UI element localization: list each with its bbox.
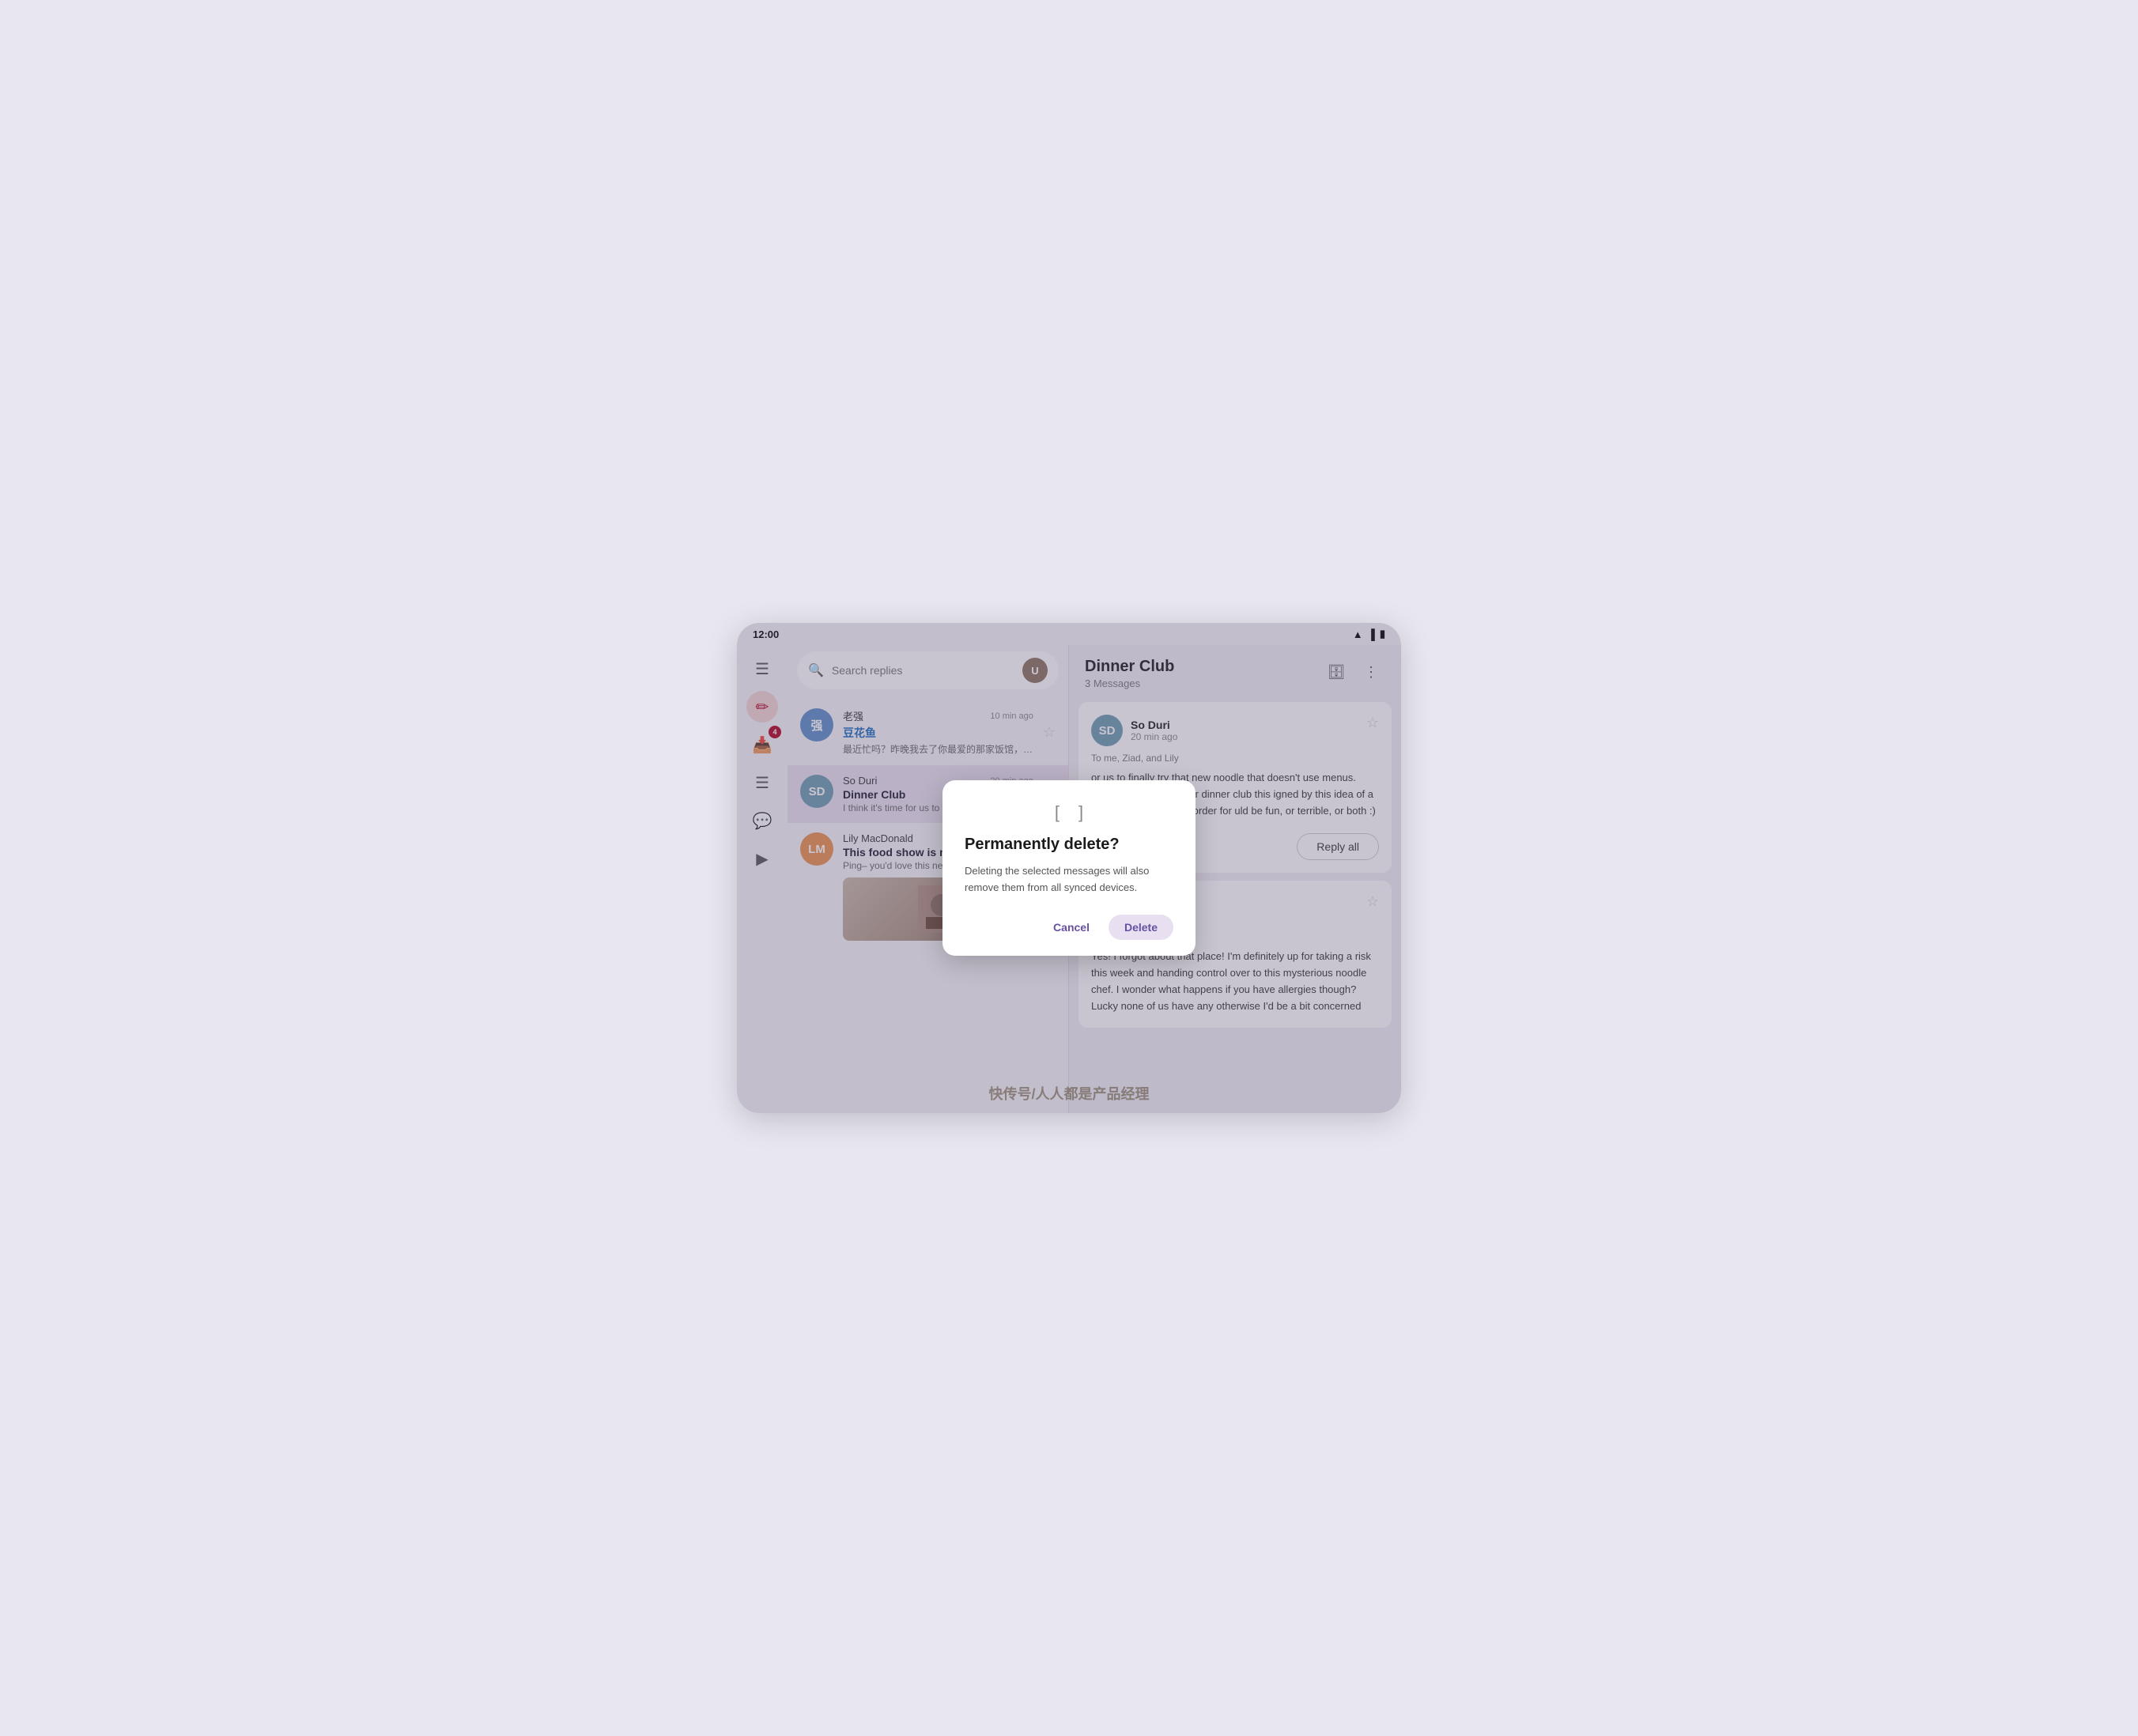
dialog-icon-row: [ ] <box>965 802 1173 823</box>
delete-button[interactable]: Delete <box>1109 915 1173 940</box>
device-frame: 12:00 ▲ ▐ ▮ ☰ ✏ 📥 4 ☰ 💬 <box>737 623 1401 1113</box>
dialog-actions: Cancel Delete <box>965 915 1173 940</box>
cancel-button[interactable]: Cancel <box>1044 915 1099 940</box>
dialog-title: Permanently delete? <box>965 836 1173 854</box>
dialog-body: Deleting the selected messages will also… <box>965 863 1173 896</box>
dialog-bracket-right-icon: ] <box>1078 802 1083 823</box>
delete-dialog: [ ] Permanently delete? Deleting the sel… <box>942 780 1196 957</box>
dialog-overlay: [ ] Permanently delete? Deleting the sel… <box>737 623 1401 1113</box>
dialog-bracket-left-icon: [ <box>1055 802 1060 823</box>
